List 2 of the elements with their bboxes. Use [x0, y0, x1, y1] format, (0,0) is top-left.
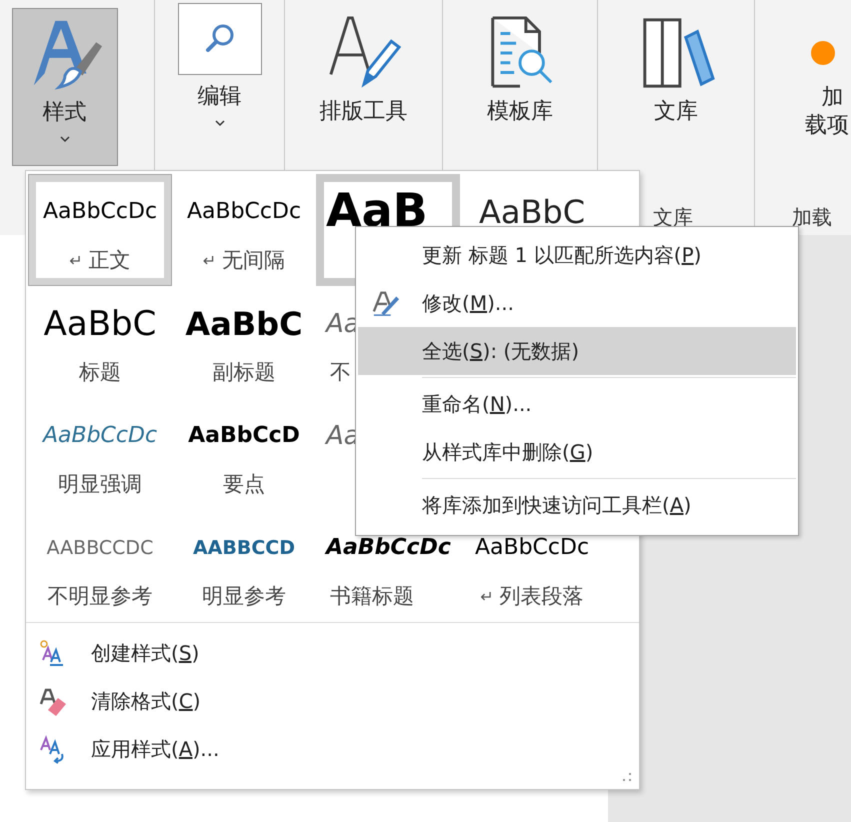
group-label: 加载: [792, 204, 832, 231]
group-label: 文库: [653, 204, 693, 231]
